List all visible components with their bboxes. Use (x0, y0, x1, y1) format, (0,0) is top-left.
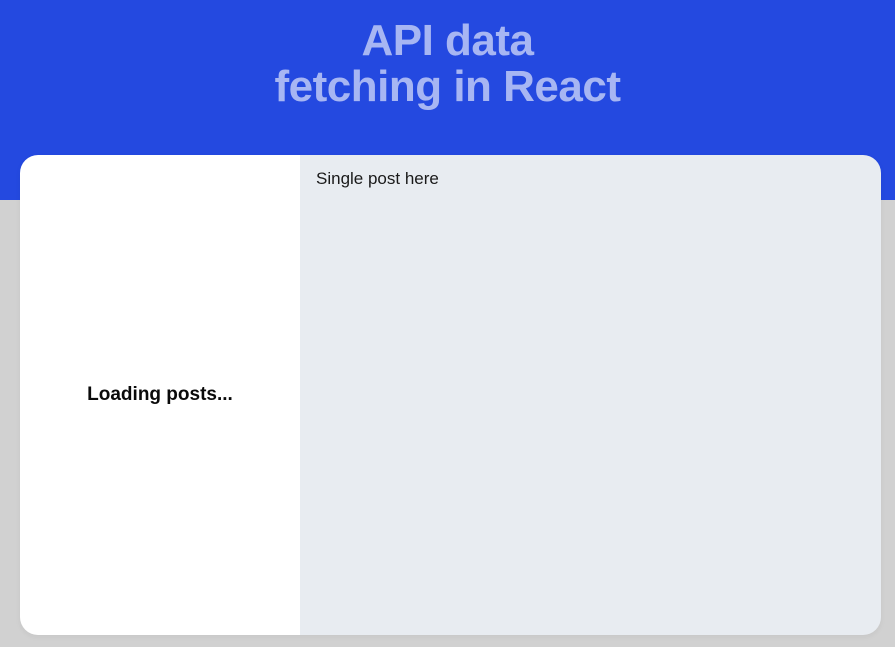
title-line-2: fetching in React (275, 64, 621, 110)
content-panel: Single post here (300, 155, 881, 635)
loading-posts-text: Loading posts... (87, 384, 233, 406)
posts-sidebar: Loading posts... (20, 155, 300, 635)
single-post-placeholder: Single post here (316, 169, 865, 189)
title-line-1: API data (361, 18, 533, 64)
main-card: Loading posts... Single post here (20, 155, 881, 635)
